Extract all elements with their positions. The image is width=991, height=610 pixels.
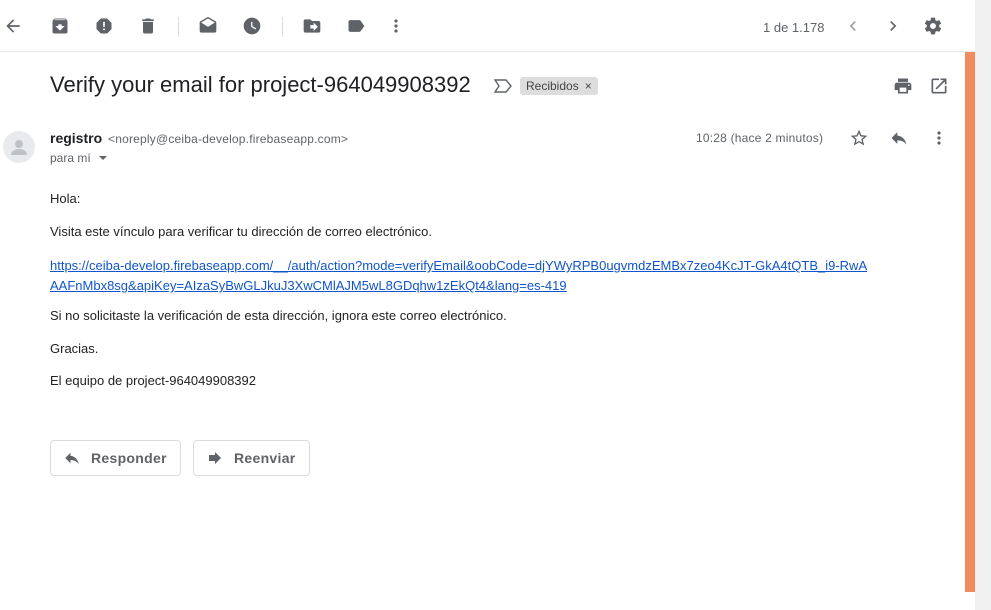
open-new-window-icon[interactable] (929, 76, 949, 101)
forward-button[interactable]: Reenviar (193, 440, 310, 476)
importance-marker-icon[interactable] (493, 79, 512, 93)
star-icon[interactable] (849, 128, 869, 148)
more-vert-icon[interactable] (384, 14, 408, 38)
verification-link[interactable]: https://ceiba-develop.firebaseapp.com/__… (50, 256, 870, 296)
body-greeting: Hola: (50, 191, 81, 206)
reply-button-label: Responder (91, 450, 167, 466)
sender-avatar[interactable] (3, 131, 35, 163)
label-tag-icon[interactable] (344, 14, 368, 38)
chevron-right-icon[interactable] (881, 14, 905, 38)
sender-line: registro <noreply@ceiba-develop.firebase… (50, 130, 348, 146)
email-subject: Verify your email for project-9640499083… (50, 72, 471, 97)
sender-name[interactable]: registro (50, 130, 102, 146)
mark-unread-icon[interactable] (196, 14, 220, 38)
more-vert-icon[interactable] (929, 128, 949, 148)
body-signature: El equipo de project-964049908392 (50, 373, 257, 388)
archive-icon[interactable] (48, 14, 72, 38)
body-paragraph: Si no solicitaste la verificación de est… (50, 308, 507, 323)
toolbar-divider (178, 17, 179, 37)
reply-icon (65, 452, 79, 464)
pager-count: 1 de 1.178 (763, 20, 825, 35)
label-chip-inbox: Recibidos × (520, 77, 598, 95)
forward-icon (209, 452, 221, 464)
remove-label-icon[interactable]: × (585, 79, 592, 93)
caret-down-icon[interactable] (98, 156, 107, 160)
scrollbar-thumb[interactable] (965, 52, 975, 592)
label-chip-text: Recibidos (526, 79, 579, 93)
scrollbar-track[interactable] (975, 0, 991, 610)
sender-email: <noreply@ceiba-develop.firebaseapp.com> (108, 132, 349, 146)
reply-icon[interactable] (889, 128, 909, 148)
snooze-clock-icon[interactable] (240, 14, 264, 38)
message-time: 10:28 (hace 2 minutos) (696, 131, 824, 145)
toolbar-divider (282, 17, 283, 37)
forward-button-label: Reenviar (234, 450, 296, 466)
chevron-left-icon[interactable] (841, 14, 865, 38)
body-thanks: Gracias. (50, 341, 99, 356)
recipient-text: para mí (50, 151, 91, 165)
reply-button[interactable]: Responder (50, 440, 181, 476)
recipient-line[interactable]: para mí (50, 151, 107, 165)
body-paragraph: Visita este vínculo para verificar tu di… (50, 224, 433, 239)
move-to-icon[interactable] (300, 14, 324, 38)
back-arrow-icon[interactable] (1, 14, 25, 38)
delete-icon[interactable] (136, 14, 160, 38)
toolbar: 1 de 1.178 (0, 0, 975, 52)
settings-gear-icon[interactable] (921, 14, 945, 38)
print-icon[interactable] (893, 76, 913, 101)
report-spam-icon[interactable] (92, 14, 116, 38)
